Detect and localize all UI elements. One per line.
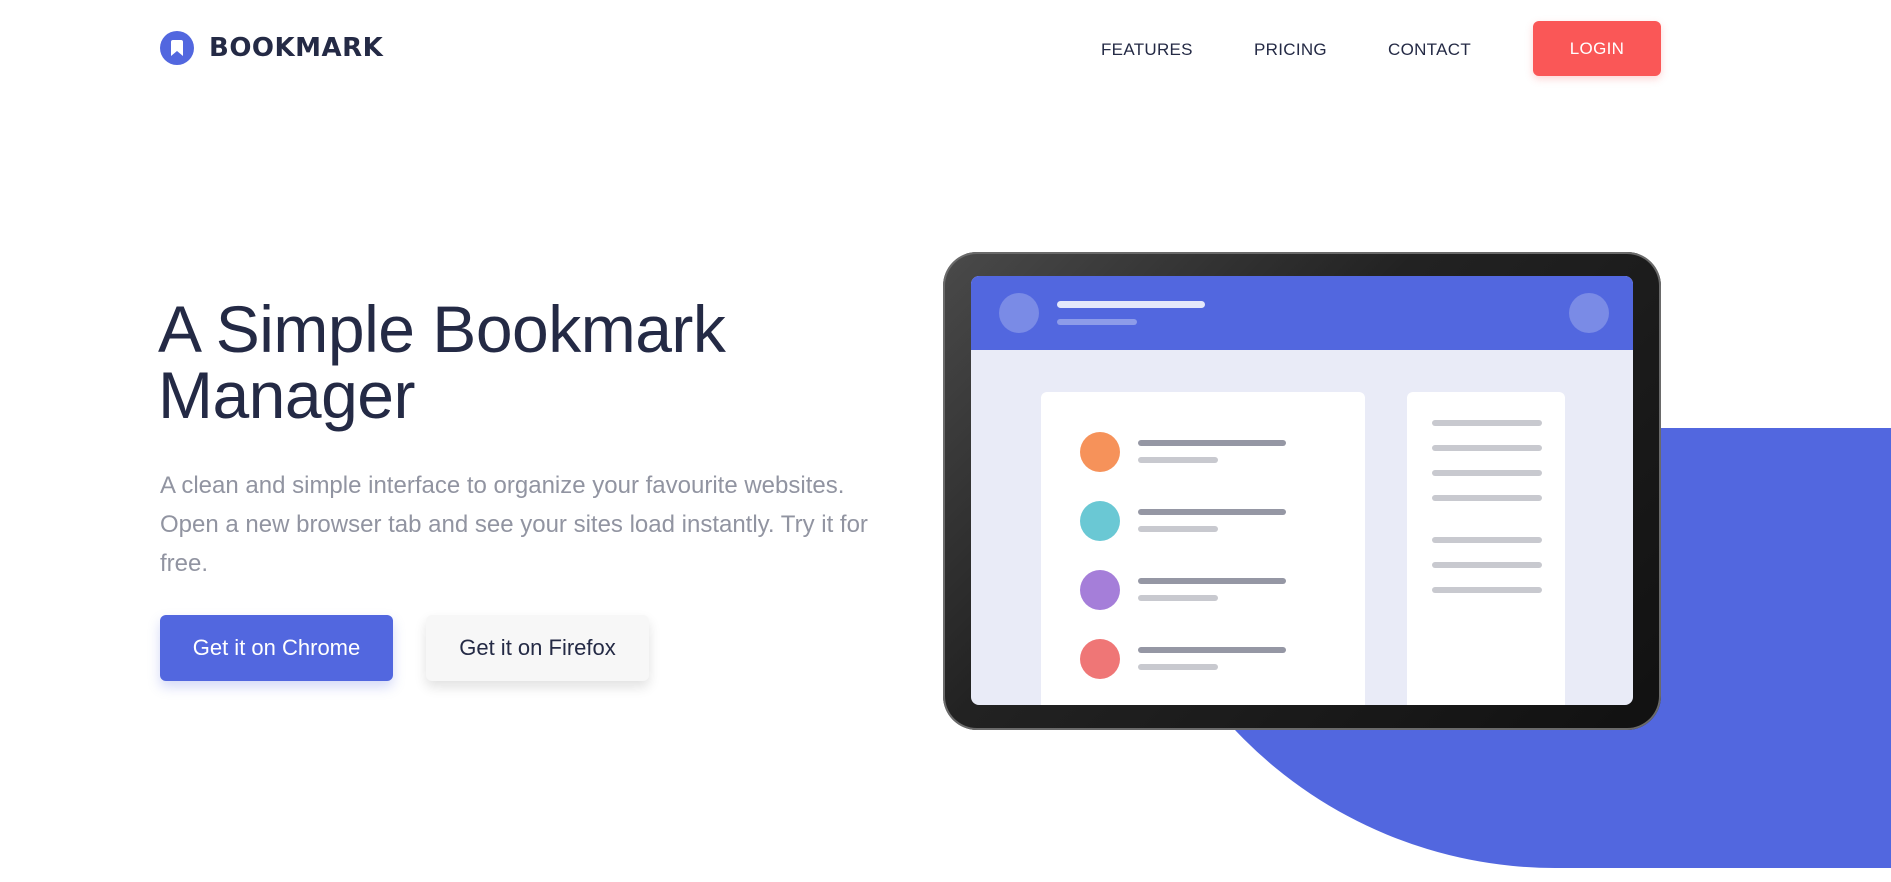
hero-title-line2: Manager xyxy=(158,358,416,432)
site-header: BOOKMARK FEATURES PRICING CONTACT LOGIN xyxy=(0,0,1891,98)
mockup-row-line xyxy=(1138,578,1286,584)
mockup-header-bar xyxy=(971,276,1633,350)
nav-link-features[interactable]: FEATURES xyxy=(1101,40,1193,60)
mockup-side-line xyxy=(1432,420,1542,426)
mockup-menu-icon xyxy=(1569,293,1609,333)
nav-link-pricing[interactable]: PRICING xyxy=(1254,40,1327,60)
get-chrome-button[interactable]: Get it on Chrome xyxy=(160,615,393,681)
logo-text: BOOKMARK xyxy=(209,33,384,63)
nav-link-contact[interactable]: CONTACT xyxy=(1388,40,1471,60)
bookmark-icon xyxy=(160,31,194,65)
mockup-row-subline xyxy=(1138,457,1218,463)
hero-description: A clean and simple interface to organize… xyxy=(160,472,868,577)
tablet-screen xyxy=(971,276,1633,705)
mockup-row-subline xyxy=(1138,526,1218,532)
mockup-row-dot xyxy=(1080,432,1120,472)
mockup-side-line xyxy=(1432,537,1542,543)
mockup-title-line xyxy=(1057,301,1205,308)
mockup-row-line xyxy=(1138,440,1286,446)
mockup-subtitle-line xyxy=(1057,319,1137,325)
mockup-bookmark-list xyxy=(1041,392,1365,705)
tablet-mockup-icon xyxy=(943,252,1661,730)
mockup-row-dot xyxy=(1080,570,1120,610)
mockup-side-line xyxy=(1432,495,1542,501)
mockup-side-line xyxy=(1432,587,1542,593)
mockup-row-line xyxy=(1138,647,1286,653)
mockup-side-line xyxy=(1432,445,1542,451)
mockup-side-panel xyxy=(1407,392,1565,705)
logo[interactable]: BOOKMARK xyxy=(160,31,383,65)
hero-title: A Simple Bookmark Manager xyxy=(158,296,878,428)
mockup-side-line xyxy=(1432,470,1542,476)
mockup-row-dot xyxy=(1080,501,1120,541)
hero-title-line1: A Simple Bookmark xyxy=(158,292,726,366)
mockup-row-line xyxy=(1138,509,1286,515)
get-firefox-button[interactable]: Get it on Firefox xyxy=(426,615,649,681)
mockup-side-line xyxy=(1432,562,1542,568)
login-button[interactable]: LOGIN xyxy=(1533,21,1661,76)
mockup-row-subline xyxy=(1138,595,1218,601)
mockup-row-dot xyxy=(1080,639,1120,679)
mockup-avatar-icon xyxy=(999,293,1039,333)
mockup-row-subline xyxy=(1138,664,1218,670)
